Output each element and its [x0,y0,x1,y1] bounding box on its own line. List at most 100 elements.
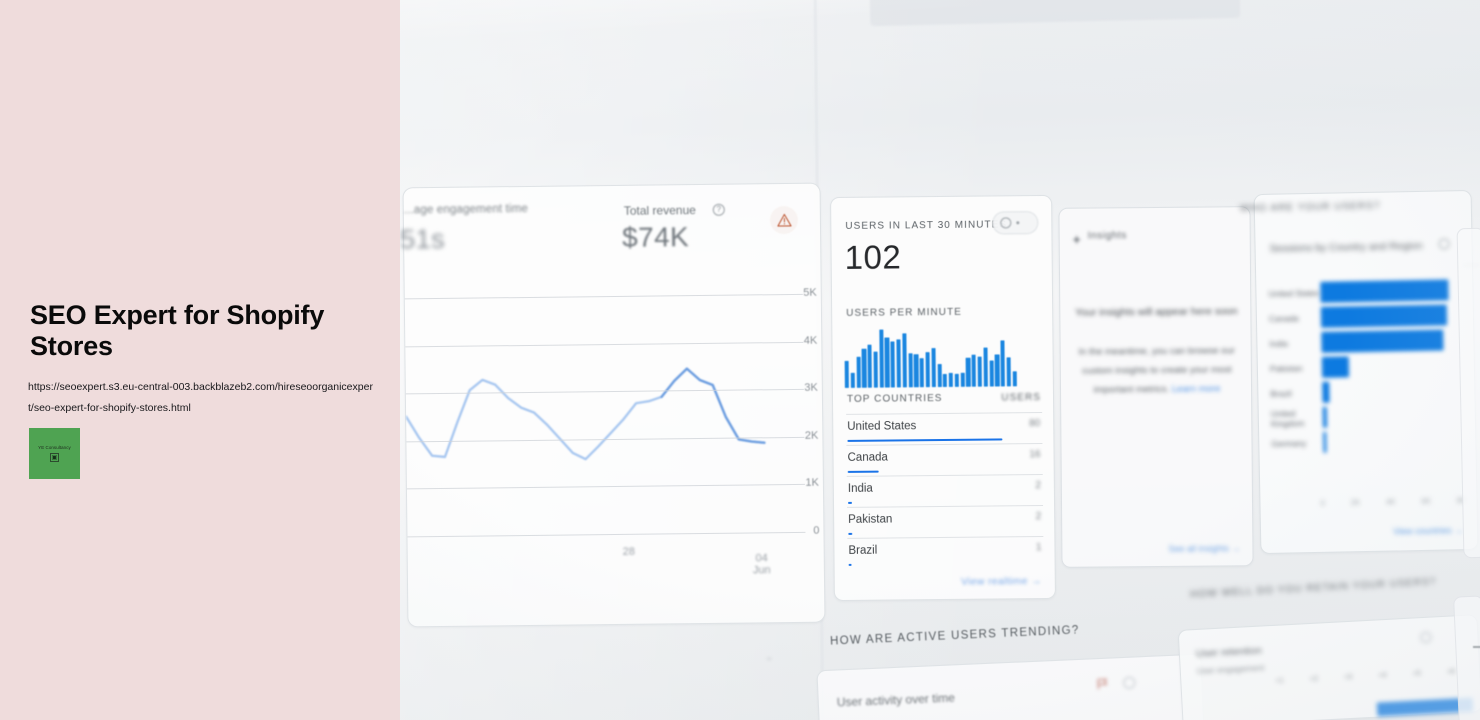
users-column-label: USERS [1001,392,1042,404]
insights-mid: custom insights to create your most [1082,364,1232,377]
demographics-track [1320,277,1460,305]
revenue-card[interactable]: ...age engagement time 51s Total revenue… [400,182,826,628]
demographics-row[interactable]: United Kingdom [1271,402,1463,431]
demographics-track [1322,377,1462,405]
bar [966,357,971,387]
country-row[interactable]: Pakistan 2 [847,505,1044,538]
country-name: Brazil [848,544,878,557]
country-name: Pakistan [848,513,893,526]
help-icon[interactable] [1420,631,1432,644]
bar [989,360,994,387]
insights-headline: Your insights will appear here soon [1075,305,1238,319]
insights-card[interactable]: Insights Your insights will appear here … [1058,206,1254,568]
user-retention-subtitle: User engagement [1196,662,1265,676]
y-axis-tick: 3K [804,381,818,394]
bar [913,354,919,388]
demographics-axis: 02K4K6K8K [1320,496,1466,508]
demographics-track [1321,327,1461,355]
logo-glyph-icon: ▣ [49,453,60,462]
x-axis-tick: 28 [622,545,635,558]
y-axis-tick: 5K [803,286,817,299]
page-url[interactable]: https://seoexpert.s3.eu-central-003.back… [28,377,373,419]
view-realtime-link[interactable]: View realtime → [961,575,1042,588]
logo-text: YE Consultancy [38,445,71,450]
y-axis-tick: 0 [813,524,820,537]
demographics-category: United Kingdom [1270,407,1305,429]
more-options-icon[interactable] [1123,676,1136,690]
demographics-category: Canada [1268,312,1299,324]
country-user-count: 16 [1029,449,1041,461]
realtime-indicator[interactable] [992,211,1039,235]
demographics-row[interactable]: Canada [1269,302,1461,331]
retention-grid-label: +2 [1309,675,1319,684]
y-axis-tick: 2K [804,429,819,442]
demographics-row[interactable]: Brazil [1270,377,1462,406]
country-name: Canada [847,451,888,464]
engagement-time-value: 51s [400,223,446,255]
demographics-row[interactable]: Pakistan [1270,352,1462,381]
country-row[interactable]: United States 80 [846,412,1043,445]
monitor-frame-top [869,0,1241,27]
country-row[interactable]: Brazil 1 [847,536,1044,569]
user-activity-card[interactable]: User activity over time [816,653,1205,720]
bar [925,352,931,388]
bar [890,341,896,388]
country-row[interactable]: Canada 16 [846,443,1043,476]
retention-grid-label: +4 [1378,672,1387,680]
bar [908,353,913,388]
demographics-axis-tick: 2K [1350,498,1361,508]
right-edge-card-bottom[interactable] [1453,595,1480,720]
insights-lead: In the meantime, you can browse our [1078,345,1235,358]
flag-icon[interactable] [1096,677,1110,690]
demographics-row[interactable]: India [1269,327,1461,356]
see-all-insights-link[interactable]: See all insights → [1168,543,1240,554]
demographics-category: India [1269,337,1288,349]
top-countries-list: United States 80 Canada 16 India 2 Pakistan 2 Br… [831,196,1051,569]
demographics-bar [1322,406,1327,428]
bar [954,374,959,387]
demographics-track [1322,402,1463,430]
bar [861,349,867,388]
live-dot-icon [1016,221,1020,225]
demographics-card[interactable]: WHO ARE YOUR USERS? Sessions by Country … [1240,189,1479,555]
demographics-category: Germany [1271,437,1307,449]
demographics-bar [1323,431,1327,453]
country-bar [848,563,852,566]
demographics-axis-tick: 6K [1421,496,1432,506]
bar [896,339,902,388]
country-user-count: 2 [1035,511,1042,523]
demographics-row[interactable]: United States [1268,277,1460,306]
help-icon[interactable]: ? [712,203,725,216]
insights-paragraph: In the meantime, you can browse our cust… [1075,341,1239,399]
demographics-bar [1321,356,1350,378]
country-bar [847,438,1003,442]
bar [977,356,983,387]
bar [879,329,884,388]
insights-title: Insights [1087,230,1127,242]
demographics-track [1323,427,1463,455]
retention-grid-label: +3 [1344,673,1353,682]
country-user-count: 1 [1035,542,1042,554]
demographics-title: Sessions by Country and Region [1269,239,1423,255]
clock-icon [1000,217,1012,229]
scrollbar-handle[interactable] [1473,646,1480,648]
demographics-row[interactable]: Germany [1271,427,1463,456]
country-name: India [847,482,873,495]
demographics-bar-rows: United States Canada India Pakistan Brazil Un… [1268,277,1463,456]
country-row[interactable]: India 2 [846,474,1044,507]
view-countries-link[interactable]: View countries → [1393,525,1463,536]
country-user-count: 80 [1029,418,1041,430]
country-user-count: 2 [1035,480,1041,492]
insights-learn-more-link[interactable]: Learn more [1172,383,1221,394]
bar [873,351,878,388]
analytics-dashboard-photo: ...age engagement time 51s Total revenue… [400,0,1480,720]
user-retention-card[interactable]: User retention User engagement +1 +2 +3 +4 +… [1177,614,1480,720]
warning-triangle-icon[interactable] [769,205,799,235]
help-icon[interactable] [1438,238,1450,250]
bar [867,345,873,388]
y-axis-tick: 1K [805,476,819,489]
engagement-time-label: ...age engagement time [403,202,528,217]
demographics-eyebrow: WHO ARE YOUR USERS? [1239,200,1381,215]
realtime-users-card[interactable]: USERS IN LAST 30 MINUTES 102 USERS PER M… [830,194,1056,602]
retention-grid: +1 +2 +3 +4 +5 +6 [1263,668,1467,686]
